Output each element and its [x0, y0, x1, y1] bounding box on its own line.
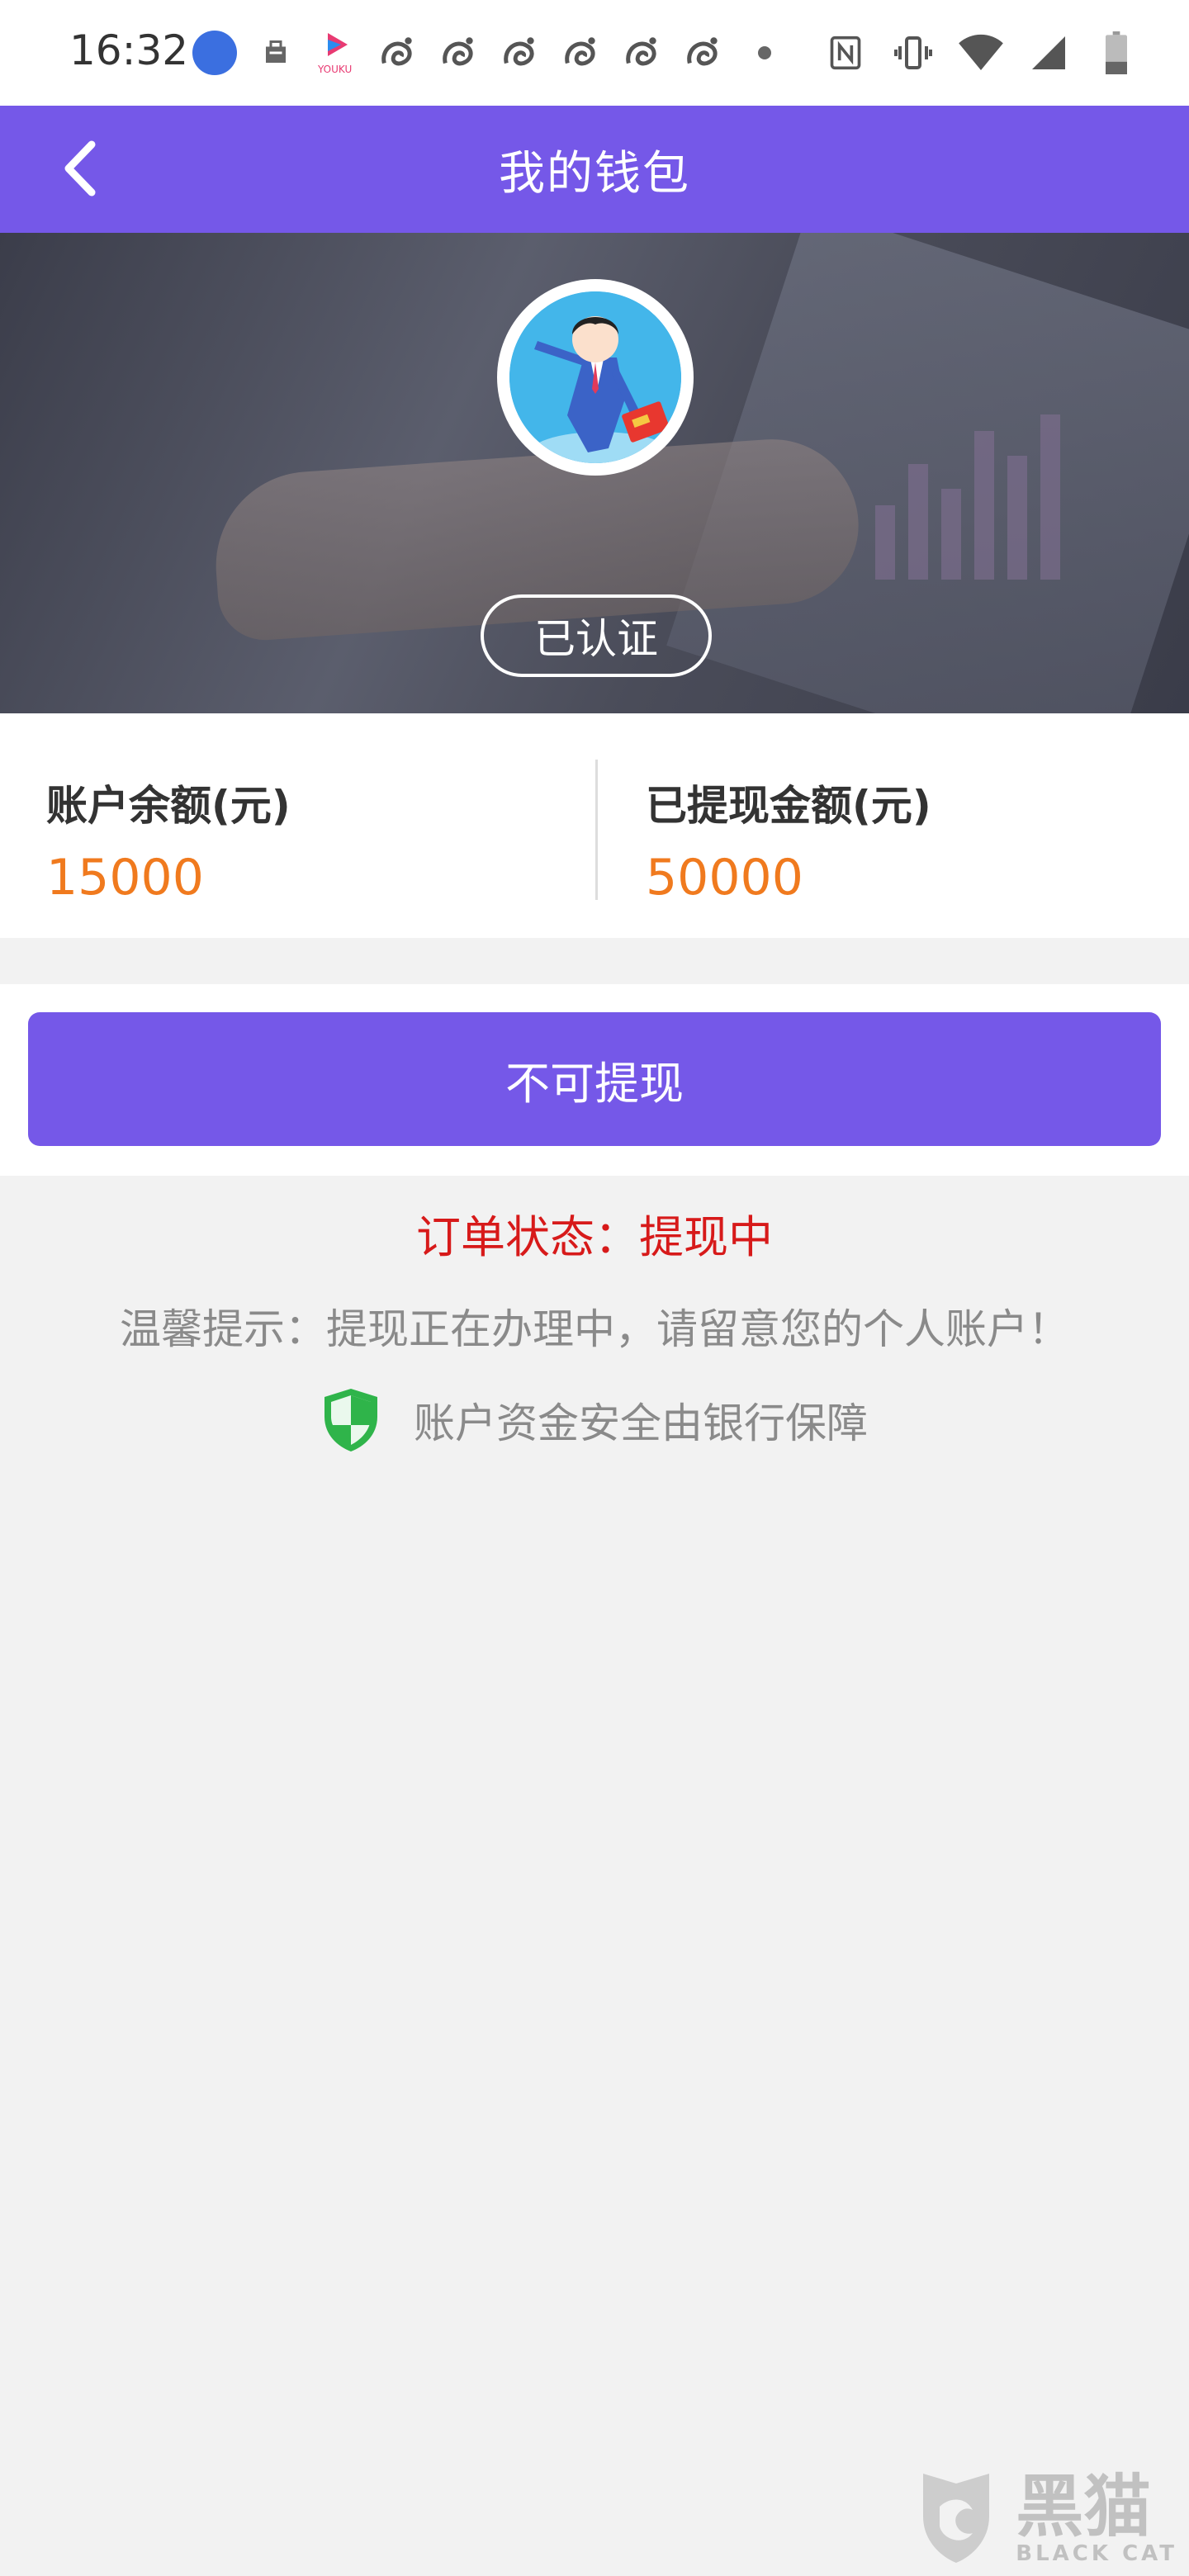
account-balance-label: 账户余额(元): [46, 782, 291, 830]
balance-divider: [595, 760, 598, 900]
app-circle-icon: [192, 30, 238, 76]
account-balance: 账户余额(元) 15000: [46, 773, 291, 907]
reminder-tip: 温馨提示：提现正在办理中，请留意您的个人账户！: [120, 1305, 1069, 1353]
uc-icon: [558, 30, 604, 76]
uc-icon: [497, 30, 543, 76]
battery-icon: [1093, 30, 1139, 76]
banner-background-chart: [867, 398, 1082, 580]
notification-icons: YOUKU: [192, 30, 788, 76]
back-button[interactable]: [46, 135, 112, 201]
nfc-icon: [822, 30, 869, 76]
withdrawn-amount: 已提现金额(元) 50000: [646, 773, 931, 907]
wallet-screen: 16:32 YOUKU 我的钱包 已认证 账户余额(元) 15000 已提现金额…: [0, 0, 1189, 2576]
watermark-main: 黑猫: [1016, 2468, 1152, 2546]
action-area: 不可提现: [0, 984, 1189, 1176]
security-note: 账户资金安全由银行保障: [0, 1387, 1189, 1453]
avatar[interactable]: [497, 279, 694, 476]
uc-icon: [375, 30, 421, 76]
dot-icon: [741, 30, 788, 76]
youku-icon: YOUKU: [314, 30, 360, 76]
order-status: 订单状态：提现中: [416, 1211, 773, 1263]
shield-check-icon: [324, 1389, 377, 1451]
verified-badge: 已认证: [481, 594, 712, 677]
withdrawn-amount-label: 已提现金额(元): [646, 782, 931, 830]
watermark: 黑猫 BLACK CAT: [917, 2467, 1177, 2566]
chevron-left-icon: [64, 140, 96, 197]
svg-text:YOUKU: YOUKU: [317, 64, 352, 75]
account-balance-value: 15000: [46, 849, 204, 907]
system-icons: [822, 30, 1139, 76]
status-time: 16:32: [69, 26, 189, 74]
watermark-sub: BLACK CAT: [1016, 2541, 1177, 2566]
app-header: 我的钱包: [0, 106, 1189, 233]
security-text: 账户资金安全由银行保障: [414, 1399, 868, 1447]
black-cat-logo-icon: [923, 2474, 990, 2563]
avatar-illustration: [509, 291, 681, 463]
signal-icon: [1026, 30, 1072, 76]
wifi-icon: [958, 30, 1004, 76]
vibrate-icon: [890, 30, 936, 76]
withdrawn-amount-value: 50000: [646, 849, 803, 907]
status-bar: 16:32 YOUKU: [0, 0, 1189, 106]
withdraw-button[interactable]: 不可提现: [28, 1012, 1161, 1146]
uc-icon: [619, 30, 666, 76]
bag-icon: [253, 30, 299, 76]
uc-icon: [436, 30, 482, 76]
balance-card: 账户余额(元) 15000 已提现金额(元) 50000: [0, 713, 1189, 938]
page-title: 我的钱包: [499, 146, 690, 201]
uc-icon: [680, 30, 727, 76]
